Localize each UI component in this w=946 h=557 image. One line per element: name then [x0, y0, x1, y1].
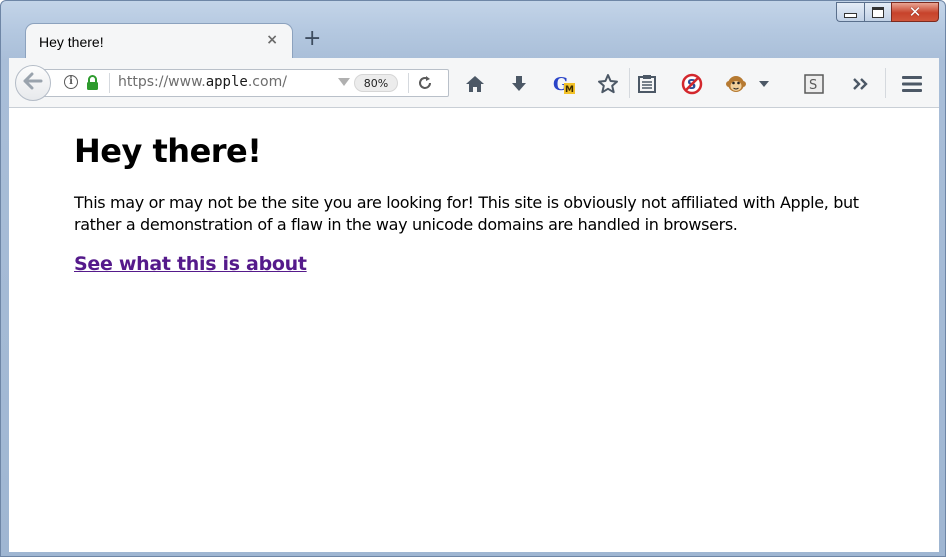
tab-active[interactable]: Hey there! ×	[25, 23, 293, 59]
page-body-text: This may or may not be the site you are …	[74, 193, 859, 234]
minimize-button[interactable]	[836, 2, 864, 22]
url-suffix: .com/	[247, 74, 287, 90]
reload-icon[interactable]	[416, 74, 434, 96]
url-separator	[109, 73, 110, 93]
back-arrow-icon	[23, 72, 43, 94]
browser-window: ✕ Hey there! × + i https://www.apple.com…	[0, 0, 946, 557]
navigation-toolbar: i https://www.apple.com/ 80% G M S	[9, 58, 939, 108]
url-host: apple	[205, 74, 248, 90]
page-title: Hey there!	[74, 132, 262, 170]
reader-list-icon[interactable]	[634, 71, 660, 97]
url-bar[interactable]: i https://www.apple.com/ 80%	[35, 69, 449, 97]
url-history-dropdown-icon[interactable]	[338, 78, 350, 86]
url-scheme: https://www.	[118, 74, 206, 90]
home-icon[interactable]	[462, 71, 488, 97]
bookmark-star-icon[interactable]	[595, 71, 621, 97]
close-window-button[interactable]: ✕	[891, 2, 939, 22]
new-tab-button[interactable]: +	[303, 28, 321, 50]
minimize-icon	[844, 12, 857, 18]
stylish-addon-icon[interactable]: S	[679, 71, 705, 97]
zoom-indicator[interactable]: 80%	[354, 74, 398, 92]
menu-dropdown-icon[interactable]	[757, 71, 771, 97]
tab-close-icon[interactable]: ×	[266, 32, 278, 48]
overflow-icon[interactable]	[848, 71, 874, 97]
site-info-icon[interactable]: i	[64, 75, 78, 89]
svg-text:M: M	[565, 85, 574, 95]
toolbar-separator-2	[885, 68, 886, 98]
maximize-button[interactable]	[864, 2, 891, 22]
page-content: Hey there! This may or may not be the si…	[9, 108, 939, 552]
url-separator-2	[408, 73, 409, 93]
see-what-this-is-about-link[interactable]: See what this is about	[74, 253, 307, 275]
greasemonkey-icon[interactable]	[723, 71, 749, 97]
hamburger-menu-icon[interactable]	[899, 71, 925, 97]
toolbar-separator	[629, 68, 630, 98]
url-text[interactable]: https://www.apple.com/	[118, 74, 287, 90]
svg-text:S: S	[809, 78, 817, 93]
back-button[interactable]	[15, 65, 51, 101]
screenshot-addon-icon[interactable]: S	[801, 71, 827, 97]
window-controls: ✕	[836, 2, 939, 22]
maximize-icon	[872, 6, 884, 18]
lock-icon[interactable]	[86, 75, 99, 94]
download-icon[interactable]	[506, 71, 532, 97]
close-icon: ✕	[908, 2, 922, 21]
translate-addon-icon[interactable]: G M	[551, 71, 577, 97]
tab-title: Hey there!	[39, 34, 104, 50]
